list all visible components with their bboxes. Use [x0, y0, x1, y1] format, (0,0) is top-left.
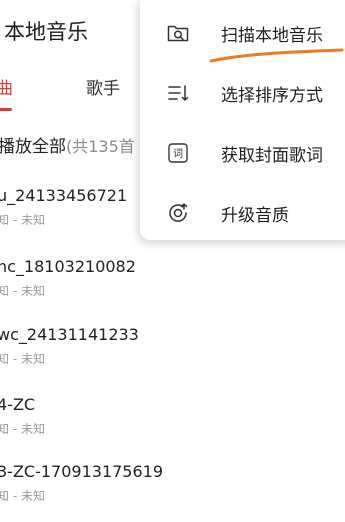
song-title: nc_18103210082	[0, 257, 136, 276]
lyrics-icon: 词	[166, 141, 190, 165]
song-artist-album: 知 - 未知	[0, 352, 45, 366]
list-item[interactable]: nc_18103210082 知 - 未知	[0, 257, 345, 299]
song-title: 3-ZC-170913175619	[0, 462, 164, 481]
page-title: 本地音乐	[4, 20, 88, 44]
sort-icon	[166, 81, 190, 105]
play-all-label: 播放全部	[0, 137, 66, 157]
song-artist-album: 知 - 未知	[0, 489, 45, 503]
sound-quality-icon	[166, 201, 190, 225]
menu-item-label: 选择排序方式	[221, 86, 323, 106]
list-item[interactable]: wc_24131141233 知 - 未知	[0, 325, 345, 367]
svg-text:词: 词	[173, 148, 183, 160]
highlight-underline	[209, 48, 344, 63]
menu-item-label: 扫描本地音乐	[221, 26, 323, 46]
play-all-button[interactable]: 播放全部(共135首	[0, 132, 135, 157]
list-item[interactable]: 4-ZC 知 - 未知	[0, 395, 345, 437]
song-title: 4-ZC	[0, 395, 36, 414]
overflow-menu: 扫描本地音乐 选择排序方式 词 获取封面歌词 升级音质	[140, 0, 345, 240]
menu-item-label: 获取封面歌词	[221, 146, 323, 166]
song-count: (共135首	[66, 137, 135, 156]
list-item[interactable]: 3-ZC-170913175619 知 - 未知	[0, 462, 345, 504]
menu-item-upgrade-quality[interactable]: 升级音质	[140, 182, 345, 242]
tab-songs[interactable]: 曲	[0, 74, 13, 99]
menu-item-sort[interactable]: 选择排序方式	[140, 62, 345, 122]
tab-singers[interactable]: 歌手	[86, 74, 120, 99]
folder-search-icon	[166, 21, 190, 45]
song-artist-album: 知 - 未知	[0, 422, 45, 436]
menu-item-get-cover-lyrics[interactable]: 词 获取封面歌词	[140, 122, 345, 182]
song-artist-album: 知 - 未知	[0, 284, 45, 298]
tab-active-indicator	[0, 108, 12, 111]
song-title: wc_24131141233	[0, 325, 139, 344]
menu-item-label: 升级音质	[221, 206, 289, 226]
